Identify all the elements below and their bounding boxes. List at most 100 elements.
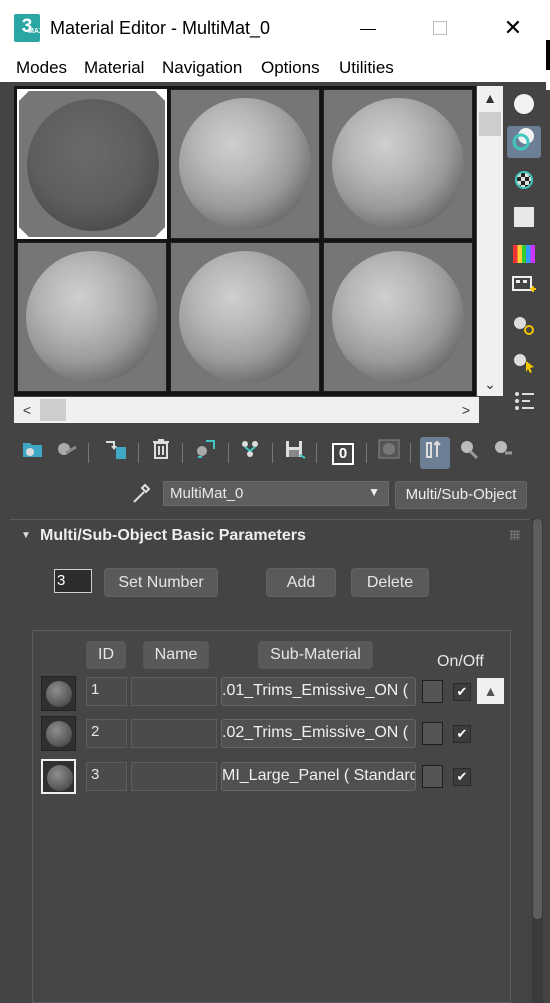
sub-material-button[interactable]: .02_Trims_Emissive_ON ( xyxy=(221,719,416,748)
make-preview-button[interactable] xyxy=(507,274,541,306)
sample-type-sphere-button[interactable] xyxy=(507,87,541,119)
row-id-field[interactable]: 2 xyxy=(86,719,127,748)
go-forward-to-sibling-button[interactable] xyxy=(488,437,518,469)
material-name-field[interactable]: MultiMat_0 ▼ xyxy=(163,481,389,506)
material-sphere-icon xyxy=(46,721,72,747)
slot-corner-mark xyxy=(19,91,29,101)
set-number-button[interactable]: Set Number xyxy=(104,568,218,597)
minimize-button[interactable] xyxy=(340,0,400,58)
rollout-scrollbar[interactable] xyxy=(532,519,543,1003)
backlight-button[interactable] xyxy=(507,126,541,158)
sort-by-name-button[interactable]: Name xyxy=(143,641,209,669)
material-toolbar: 0 xyxy=(14,437,534,469)
list-scroll-up-icon[interactable]: ▲ xyxy=(477,678,504,704)
menu-utilities[interactable]: Utilities xyxy=(339,58,394,78)
make-unique-button[interactable] xyxy=(236,437,266,469)
sub-material-color-swatch[interactable] xyxy=(422,680,443,703)
rollout-header[interactable]: ▼ Multi/Sub-Object Basic Parameters xyxy=(10,520,530,552)
go-forward-to-sibling-icon xyxy=(495,441,512,455)
scroll-thumb[interactable] xyxy=(533,519,542,919)
get-material-button[interactable] xyxy=(18,437,48,469)
window-title: Material Editor - MultiMat_0 xyxy=(50,18,271,38)
slots-horizontal-scrollbar[interactable]: < > xyxy=(14,397,479,423)
video-color-check-icon xyxy=(513,244,535,263)
material-map-navigator-button[interactable] xyxy=(507,388,541,420)
sub-material-count-field[interactable]: 3 xyxy=(54,569,92,593)
pick-material-from-object-button[interactable] xyxy=(130,482,154,506)
window-edge xyxy=(546,0,550,90)
on-off-checkbox[interactable]: ✔ xyxy=(453,725,471,743)
chevron-down-icon[interactable]: ▼ xyxy=(368,485,380,499)
sub-material-color-swatch[interactable] xyxy=(422,722,443,745)
scroll-left-arrow-icon[interactable]: < xyxy=(14,397,40,423)
make-material-copy-button[interactable] xyxy=(190,437,220,469)
video-color-check-button[interactable] xyxy=(507,237,541,269)
show-end-result-button[interactable] xyxy=(420,437,450,469)
on-off-checkbox[interactable]: ✔ xyxy=(453,683,471,701)
material-type-button[interactable]: Multi/Sub-Object xyxy=(395,481,527,509)
row-id-field[interactable]: 1 xyxy=(86,677,127,706)
sample-slot-5[interactable] xyxy=(170,242,320,392)
menu-material[interactable]: Material xyxy=(84,58,144,78)
reset-map-button[interactable] xyxy=(146,437,176,469)
assign-material-to-selection-button[interactable] xyxy=(100,437,130,469)
toolbar-separator xyxy=(88,443,89,463)
row-id-field[interactable]: 3 xyxy=(86,762,127,791)
trash-icon xyxy=(153,439,169,459)
sub-material-swatch[interactable] xyxy=(41,759,76,794)
material-name-value: MultiMat_0 xyxy=(170,485,244,502)
slots-vertical-scrollbar[interactable]: ▲ ⌄ xyxy=(477,86,503,396)
minimize-icon xyxy=(360,29,376,30)
sub-material-swatch[interactable] xyxy=(41,676,76,711)
maximize-button[interactable] xyxy=(410,0,470,58)
delete-button[interactable]: Delete xyxy=(351,568,429,597)
sample-slot-3[interactable] xyxy=(323,89,473,239)
row-name-field[interactable] xyxy=(131,677,217,706)
sub-material-color-swatch[interactable] xyxy=(422,765,443,788)
scroll-up-arrow-icon[interactable]: ▲ xyxy=(477,86,503,110)
make-preview-icon xyxy=(512,276,536,292)
toolbar-separator xyxy=(366,443,367,463)
sample-slot-6[interactable] xyxy=(323,242,473,392)
sort-by-id-button[interactable]: ID xyxy=(86,641,126,669)
show-shaded-material-icon xyxy=(378,439,400,459)
go-to-parent-button[interactable] xyxy=(454,437,484,469)
scroll-right-arrow-icon[interactable]: > xyxy=(453,397,479,423)
add-button[interactable]: Add xyxy=(266,568,336,597)
toolbar-separator xyxy=(316,443,317,463)
material-id-channel-button[interactable]: 0 xyxy=(328,437,358,469)
row-name-field[interactable] xyxy=(131,719,217,748)
menu-options[interactable]: Options xyxy=(261,58,320,78)
menu-modes[interactable]: Modes xyxy=(16,58,67,78)
sub-material-swatch[interactable] xyxy=(41,716,76,751)
scroll-thumb[interactable] xyxy=(479,112,501,136)
sub-material-button[interactable]: .01_Trims_Emissive_ON ( xyxy=(221,677,416,706)
sample-slot-4[interactable] xyxy=(17,242,167,392)
go-to-parent-icon xyxy=(461,441,479,460)
background-checker-button[interactable] xyxy=(507,163,541,195)
put-material-to-scene-button[interactable] xyxy=(52,437,82,469)
on-off-checkbox[interactable]: ✔ xyxy=(453,768,471,786)
slot-corner-mark xyxy=(155,91,165,101)
sample-uv-tiling-button[interactable] xyxy=(507,200,541,232)
row-name-field[interactable] xyxy=(131,762,217,791)
sample-slot-1[interactable] xyxy=(17,89,167,239)
title-bar: 3 MAX Material Editor - MultiMat_0 ✕ xyxy=(0,0,550,58)
menu-navigation[interactable]: Navigation xyxy=(162,58,242,78)
drag-grip-icon[interactable] xyxy=(510,530,520,540)
close-button[interactable]: ✕ xyxy=(483,0,543,58)
scroll-thumb[interactable] xyxy=(40,399,66,421)
material-id-channel-value: 0 xyxy=(332,443,354,466)
close-icon: ✕ xyxy=(503,16,523,41)
sub-material-button[interactable]: MI_Large_Panel ( Standard xyxy=(221,762,416,791)
select-by-material-button[interactable] xyxy=(507,350,541,382)
show-shaded-material-button[interactable] xyxy=(374,437,404,469)
sample-sphere xyxy=(179,251,311,383)
scroll-down-arrow-icon[interactable]: ⌄ xyxy=(477,372,503,396)
options-button[interactable] xyxy=(507,313,541,345)
sort-by-sub-material-button[interactable]: Sub-Material xyxy=(258,641,373,669)
on-off-header: On/Off xyxy=(437,653,484,670)
sample-slot-2[interactable] xyxy=(170,89,320,239)
options-icon xyxy=(514,317,534,335)
put-to-library-button[interactable] xyxy=(280,437,310,469)
